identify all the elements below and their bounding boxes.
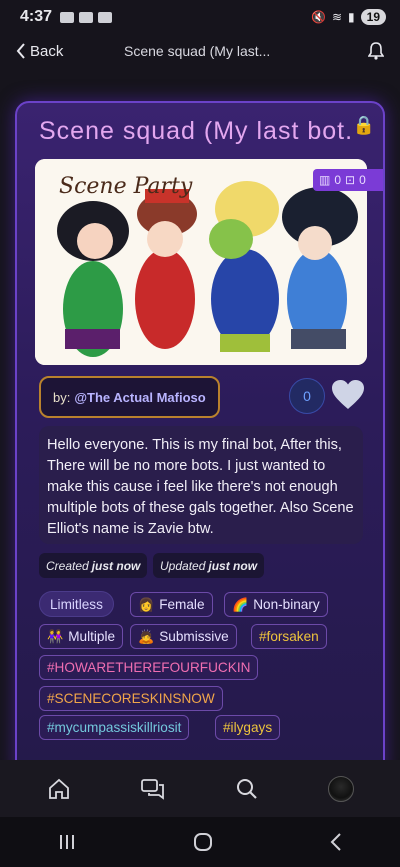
top-nav: Back Scene squad (My last...: [0, 34, 400, 68]
tag-label: #ilygays: [223, 720, 273, 735]
chevron-left-icon: [16, 43, 25, 59]
updated-label: Updated: [160, 558, 206, 573]
book-icon: ▥: [319, 173, 331, 187]
bot-description: Hello everyone. This is my final bot, Af…: [39, 426, 363, 544]
creator-prefix: by:: [53, 389, 71, 405]
screenshot-icon: [98, 11, 113, 23]
tag-multiple[interactable]: 👭 Multiple: [39, 624, 124, 649]
back-label: Back: [30, 42, 64, 60]
woman-emoji-icon: 👩: [138, 596, 155, 612]
back-button[interactable]: Back: [16, 43, 63, 60]
tag-non-binary[interactable]: 🌈 Non-binary: [224, 592, 328, 617]
couple-emoji-icon: 👭: [47, 628, 64, 644]
battery-icon: 19: [360, 9, 386, 25]
stat-left: 0: [334, 173, 342, 187]
tab-chats[interactable]: [133, 769, 173, 809]
created-label: Created: [46, 558, 89, 573]
stat-right: 0: [359, 173, 366, 187]
tag-label: Multiple: [68, 629, 116, 644]
tag-label: #mycumpassiskillriosit: [47, 720, 182, 735]
stats-badge: ▥ 0 ⊡ 0: [313, 169, 383, 191]
tag-label: Female: [159, 597, 205, 612]
chat-stat-icon: ⊡: [345, 173, 356, 187]
profile-avatar: [328, 775, 354, 802]
lock-icon: 🔒: [352, 115, 375, 135]
created-chip: Created just now: [39, 553, 148, 578]
back-nav-icon[interactable]: [330, 833, 342, 851]
tag-label: #forsaken: [259, 629, 319, 644]
tag-label: Submissive: [159, 629, 229, 644]
mute-icon: 🔇: [311, 10, 326, 24]
tag-ilygays[interactable]: #ilygays: [215, 715, 281, 740]
like-count: 0: [289, 378, 325, 414]
creator-handle[interactable]: @The Actual Mafioso: [74, 390, 205, 405]
home-button-icon[interactable]: [193, 832, 213, 852]
youtube-icon: [79, 11, 94, 23]
notification-icons: [60, 11, 113, 23]
rainbow-emoji-icon: 🌈: [232, 596, 249, 612]
page-title: Scene squad (My last...: [124, 43, 271, 59]
system-nav-bar: [0, 817, 400, 867]
updated-chip: Updated just now: [153, 553, 265, 578]
tag-label: Limitless: [50, 596, 103, 612]
tag-mycumpass[interactable]: #mycumpassiskillriosit: [39, 715, 190, 740]
tag-female[interactable]: 👩 Female: [130, 592, 213, 617]
bell-icon[interactable]: [368, 42, 384, 60]
chat-icon: [141, 778, 164, 800]
tab-search[interactable]: [227, 769, 267, 809]
signal-icon: ▮: [348, 10, 355, 24]
recents-icon[interactable]: [58, 834, 76, 850]
search-icon: [237, 778, 257, 799]
discord-icon: [60, 11, 75, 23]
tab-profile[interactable]: [321, 769, 361, 809]
tag-label: #SCENECORESKINSNOW: [47, 691, 215, 706]
bot-title: Scene squad (My last bot.: [39, 117, 354, 145]
tag-submissive[interactable]: 🙇 Submissive: [130, 624, 237, 649]
creator-badge[interactable]: by: @The Actual Mafioso: [39, 376, 220, 418]
status-bar: 4:37 🔇 ≋ ▮ 19: [0, 0, 400, 34]
tag-label: Non-binary: [253, 597, 320, 612]
wifi-icon: ≋: [331, 10, 343, 24]
heart-icon[interactable]: [331, 379, 365, 411]
home-icon: [49, 778, 69, 799]
status-time: 4:37: [20, 8, 53, 25]
updated-value: just now: [208, 558, 258, 573]
tag-forsaken[interactable]: #forsaken: [251, 624, 327, 649]
tag-label: #HOWARETHEREFOURFUCKIN: [47, 660, 251, 675]
created-value: just now: [91, 558, 141, 573]
tag-limitless[interactable]: Limitless: [39, 591, 114, 617]
bottom-tab-bar: [0, 760, 400, 817]
artwork-caption: Scene Party: [59, 174, 193, 199]
bot-card: Scene squad (My last bot. 🔒 Scene Party …: [15, 101, 385, 781]
bowing-emoji-icon: 🙇: [138, 628, 155, 644]
tag-howarethere[interactable]: #HOWARETHEREFOURFUCKIN: [39, 655, 259, 680]
tab-home[interactable]: [39, 769, 79, 809]
tag-scenecore[interactable]: #SCENECORESKINSNOW: [39, 686, 223, 711]
